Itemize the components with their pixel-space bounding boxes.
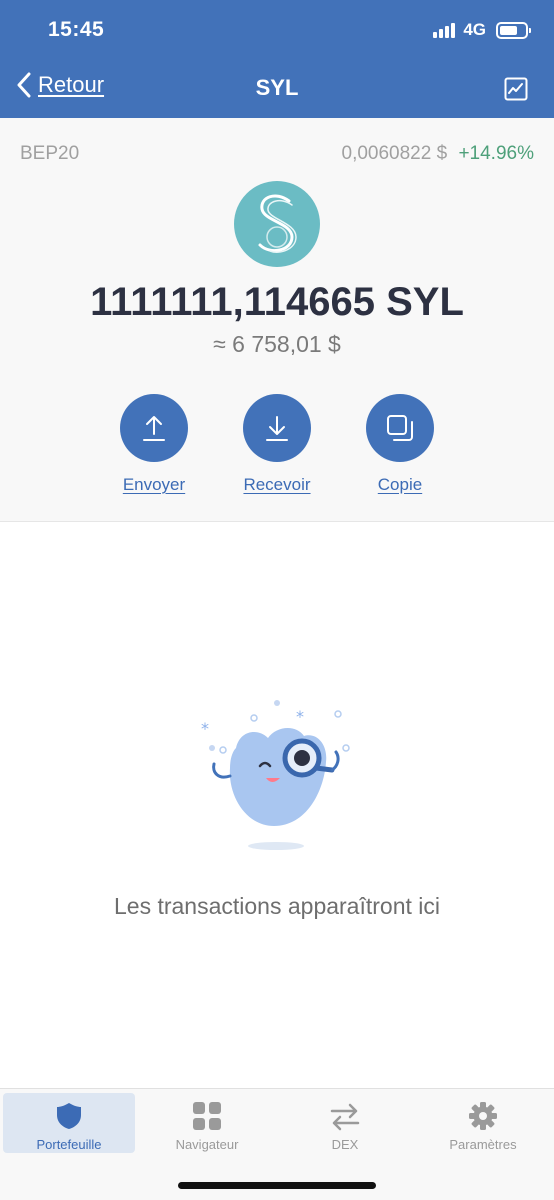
page-title: SYL [255, 75, 299, 100]
header: 15:45 4G Retour SYL [0, 0, 554, 118]
gear-icon [469, 1102, 497, 1130]
swap-icon [330, 1103, 360, 1131]
shield-icon [57, 1103, 81, 1129]
download-icon [266, 416, 288, 441]
network-tag: BEP20 [20, 143, 80, 164]
token-price: 0,0060822 $ [341, 143, 448, 164]
send-label: Envoyer [122, 475, 186, 494]
tab-dex[interactable]: DEX [279, 1093, 411, 1153]
svg-text:*: * [201, 719, 209, 738]
tab-label: DEX [331, 1137, 359, 1152]
signal-icon [433, 22, 456, 38]
tab-parametres[interactable]: Paramètres [417, 1093, 549, 1153]
price-change: +14.96% [458, 143, 534, 164]
upload-icon [143, 416, 165, 441]
receive-label: Recevoir [243, 475, 311, 494]
svg-text:*: * [296, 707, 304, 726]
battery-icon [496, 21, 531, 39]
receive-circle [243, 394, 311, 462]
send-circle [120, 394, 188, 462]
token-logo-icon [234, 181, 320, 267]
token-balance: 1111111,114665 SYL [90, 280, 464, 324]
copy-circle [366, 394, 434, 462]
chart-icon[interactable] [504, 77, 528, 101]
tab-label: Paramètres [449, 1137, 517, 1152]
tab-label: Portefeuille [36, 1137, 102, 1152]
tab-portefeuille[interactable]: Portefeuille [3, 1093, 135, 1153]
tab-label: Navigateur [175, 1137, 239, 1152]
copy-label: Copie [377, 475, 423, 494]
home-indicator [178, 1182, 376, 1189]
status-indicators: 4G [433, 20, 531, 40]
copy-button[interactable]: Copie [345, 394, 455, 495]
fiat-value: ≈ 6 758,01 $ [213, 331, 341, 357]
send-button[interactable]: Envoyer [99, 394, 209, 495]
network-type: 4G [463, 20, 486, 39]
token-panel: BEP20 0,0060822 $ +14.96% 1111111,114665… [0, 118, 554, 522]
tab-navigateur[interactable]: Navigateur [141, 1093, 273, 1153]
price-row: 0,0060822 $ +14.96% [342, 143, 535, 165]
copy-icon [387, 415, 413, 441]
receive-button[interactable]: Recevoir [222, 394, 332, 495]
grid-icon [193, 1102, 221, 1130]
magnifier-mascot-icon: * * [201, 700, 350, 850]
empty-transactions-message: Les transactions apparaîtront ici [113, 893, 440, 919]
status-time: 15:45 [48, 18, 105, 41]
